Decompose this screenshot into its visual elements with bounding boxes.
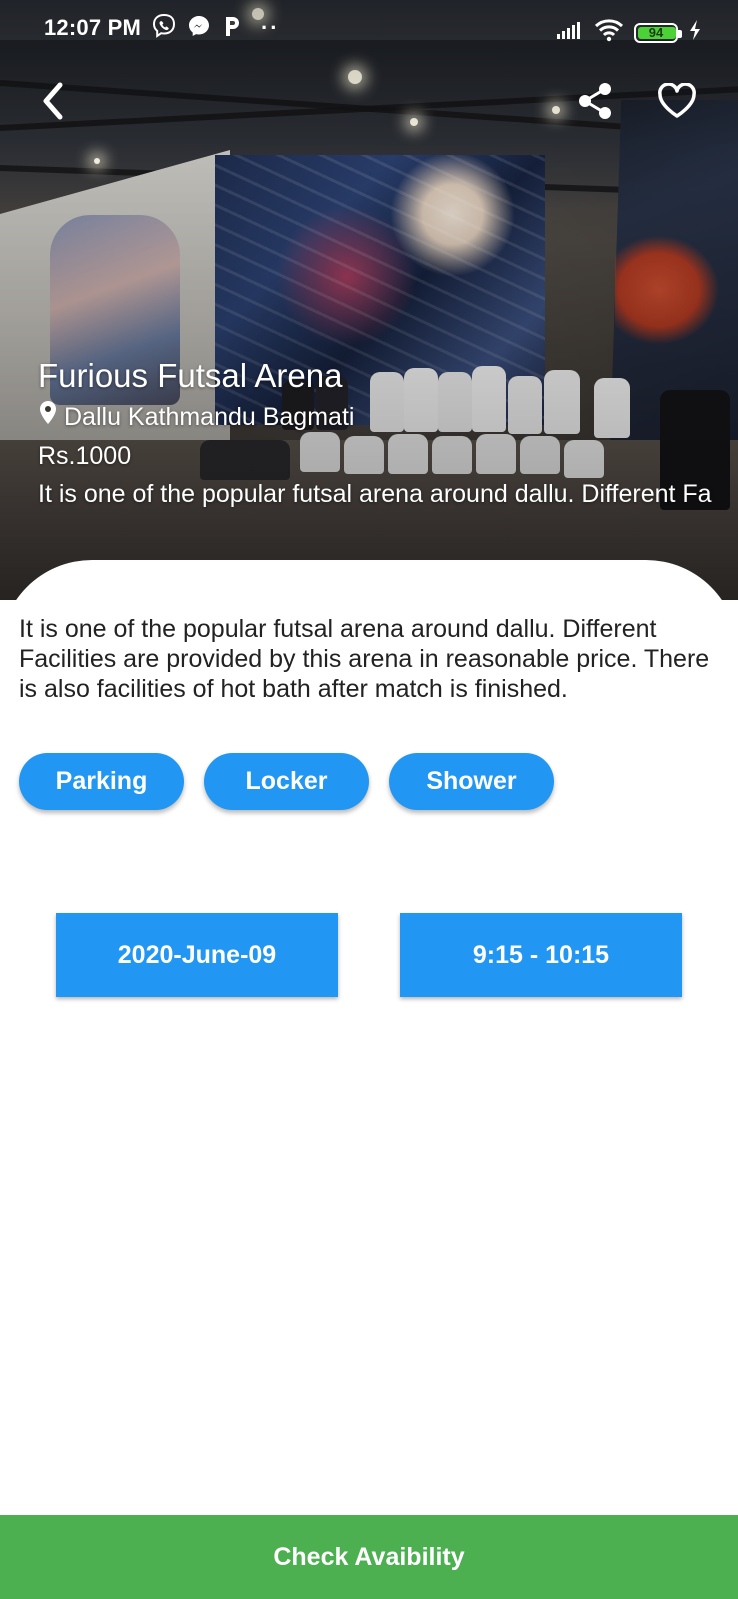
viber-icon <box>151 13 177 44</box>
venue-price: Rs.1000 <box>38 442 132 470</box>
venue-location-text: Dallu Kathmandu Bagmati <box>64 403 355 431</box>
venue-name: Furious Futsal Arena <box>38 357 343 394</box>
charging-icon <box>688 19 702 46</box>
location-pin-icon <box>38 400 64 434</box>
battery-cap <box>678 29 682 38</box>
hero-overlay <box>0 0 738 600</box>
facility-chip-shower[interactable]: Shower <box>389 753 554 810</box>
details-sheet <box>0 560 738 1599</box>
share-button[interactable] <box>572 80 618 126</box>
facility-chips: Parking Locker Shower <box>19 753 554 810</box>
signal-icon <box>556 20 584 45</box>
p-app-icon <box>221 14 243 43</box>
venue-description: It is one of the popular futsal arena ar… <box>19 615 710 703</box>
share-icon <box>575 81 615 126</box>
check-availability-button[interactable]: Check Avaibility <box>0 1515 738 1599</box>
facility-chip-parking[interactable]: Parking <box>19 753 184 810</box>
venue-blurb: It is one of the popular futsal arena ar… <box>38 480 712 508</box>
status-time: 12:07 PM <box>44 15 141 40</box>
battery-level: 94 <box>648 25 664 40</box>
more-notifications-indicator: ·· <box>260 15 280 40</box>
hero-image <box>0 0 738 600</box>
back-arrow-icon <box>38 81 68 126</box>
venue-location: Dallu Kathmandu Bagmati <box>38 400 738 434</box>
back-button[interactable] <box>30 80 76 126</box>
notification-icons: ·· <box>151 13 280 44</box>
venue-header: Furious Futsal Arena Dallu Kathmandu Bag… <box>38 356 738 510</box>
messenger-icon <box>187 14 211 43</box>
status-indicators: 94 <box>556 18 702 47</box>
heart-icon <box>657 81 697 124</box>
time-picker-button[interactable]: 9:15 - 10:15 <box>400 913 682 997</box>
favorite-button[interactable] <box>654 80 700 126</box>
battery-icon: 94 <box>634 22 682 43</box>
wifi-icon <box>594 18 624 47</box>
facility-chip-locker[interactable]: Locker <box>204 753 369 810</box>
status-bar: 12:07 PM ·· 94 <box>0 0 738 56</box>
date-picker-button[interactable]: 2020-June-09 <box>56 913 338 997</box>
